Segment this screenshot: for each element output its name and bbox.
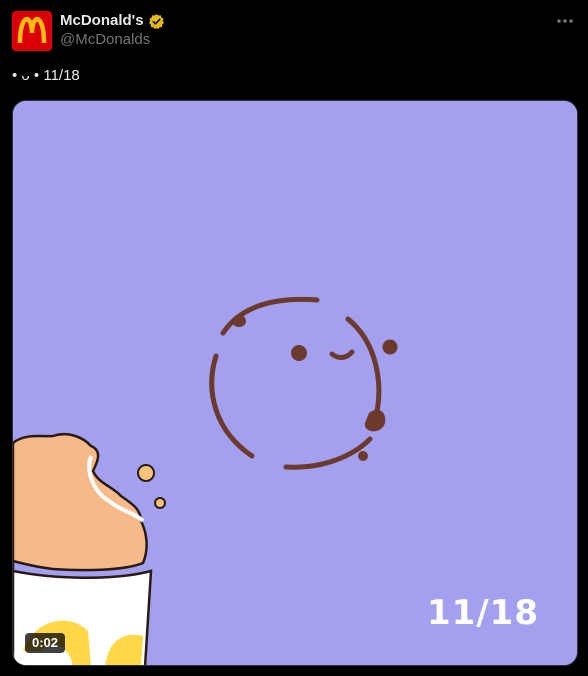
verified-badge-icon[interactable] [148, 13, 165, 30]
author-display-name[interactable]: McDonald's [60, 11, 144, 31]
video-timestamp: 0:02 [25, 633, 66, 653]
more-horizontal-icon[interactable] [556, 12, 574, 30]
video-frame-illustration [13, 101, 577, 665]
avatar[interactable] [12, 11, 52, 51]
author-name-row: McDonald's [60, 11, 165, 31]
video-overlay-text: 11/18 [426, 593, 539, 633]
food-item [13, 432, 166, 665]
post: McDonald's @McDonalds • ᴗ • 11/18 11/18 … [0, 0, 588, 676]
mcdonalds-logo-icon [12, 11, 52, 51]
author-handle[interactable]: @McDonalds [60, 31, 150, 49]
video-player[interactable]: 11/18 0:02 [12, 100, 578, 666]
post-text: • ᴗ • 11/18 [12, 67, 80, 84]
